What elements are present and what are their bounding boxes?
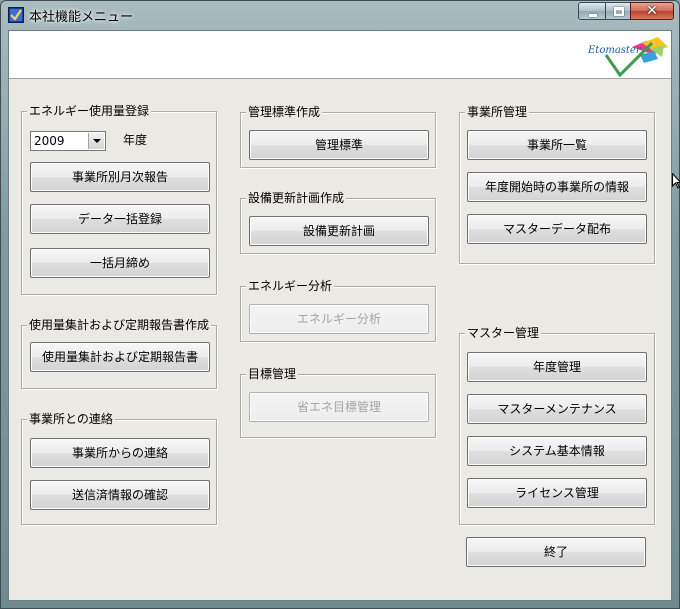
mouse-cursor-icon	[672, 173, 680, 189]
year-label: 年度	[123, 133, 148, 147]
group-equipment: 設備更新計画作成 設備更新計画	[240, 191, 436, 254]
group-title-goals: 目標管理	[246, 367, 299, 382]
group-title-energy-usage: エネルギー使用量登録	[27, 104, 152, 119]
system-info-button[interactable]: システム基本情報	[467, 436, 647, 466]
group-master-mgmt: マスター管理 年度管理 マスターメンテナンス システム基本情報 ライセンス管理	[459, 326, 655, 525]
year-management-button[interactable]: 年度管理	[467, 352, 647, 382]
master-maintenance-button[interactable]: マスターメンテナンス	[467, 394, 647, 424]
company-logo: Etomaster	[587, 37, 668, 78]
energy-goal-button[interactable]: 省エネ目標管理	[249, 392, 429, 422]
minimize-icon	[589, 14, 597, 17]
year-select[interactable]: 2009	[30, 131, 106, 151]
close-icon: ✕	[646, 3, 658, 19]
management-standard-button[interactable]: 管理標準	[249, 130, 429, 160]
bulk-month-close-button[interactable]: 一括月締め	[30, 248, 210, 278]
group-title-master-mgmt: マスター管理	[465, 326, 542, 341]
header-banner: Etomaster	[9, 31, 671, 79]
group-analysis: エネルギー分析 エネルギー分析	[240, 279, 436, 342]
group-standard: 管理標準作成 管理標準	[240, 105, 436, 168]
client-area: Etomaster エネルギー使用量登録 2009 年度 事業所別月次報告 デー…	[8, 30, 672, 601]
group-title-standard: 管理標準作成	[246, 105, 323, 120]
minimize-button[interactable]	[578, 2, 606, 20]
monthly-report-button[interactable]: 事業所別月次報告	[30, 162, 210, 192]
license-management-button[interactable]: ライセンス管理	[467, 478, 647, 508]
group-title-equipment: 設備更新計画作成	[246, 191, 347, 206]
maximize-button[interactable]	[605, 2, 631, 20]
group-usage-report: 使用量集計および定期報告書作成 使用量集計および定期報告書	[21, 318, 217, 389]
energy-analysis-button[interactable]: エネルギー分析	[249, 304, 429, 334]
group-energy-usage: エネルギー使用量登録 2009 年度 事業所別月次報告 データ一括登録 一括月締…	[21, 104, 217, 295]
group-office-contact: 事業所との連絡 事業所からの連絡 送信済情報の確認	[21, 412, 217, 525]
usage-report-button[interactable]: 使用量集計および定期報告書	[30, 342, 210, 372]
group-title-analysis: エネルギー分析	[246, 279, 335, 294]
office-list-button[interactable]: 事業所一覧	[467, 130, 647, 160]
group-title-usage-report: 使用量集計および定期報告書作成	[27, 318, 212, 333]
svg-text:Etomaster: Etomaster	[587, 45, 642, 56]
year-start-office-info-button[interactable]: 年度開始時の事業所の情報	[467, 172, 647, 202]
year-select-value: 2009	[34, 134, 65, 148]
master-data-distribution-button[interactable]: マスターデータ配布	[467, 214, 647, 244]
exit-button[interactable]: 終了	[466, 537, 646, 567]
title-bar[interactable]: 本社機能メニュー ✕	[1, 1, 679, 29]
bulk-register-button[interactable]: データ一括登録	[30, 204, 210, 234]
year-select-dropdown[interactable]	[88, 133, 104, 149]
app-icon[interactable]	[8, 7, 24, 23]
group-office-mgmt: 事業所管理 事業所一覧 年度開始時の事業所の情報 マスターデータ配布	[459, 105, 655, 264]
maximize-icon	[614, 7, 624, 16]
group-title-office-mgmt: 事業所管理	[465, 105, 530, 120]
group-goals: 目標管理 省エネ目標管理	[240, 367, 436, 438]
sent-info-check-button[interactable]: 送信済情報の確認	[30, 480, 210, 510]
equipment-plan-button[interactable]: 設備更新計画	[249, 216, 429, 246]
contact-from-office-button[interactable]: 事業所からの連絡	[30, 438, 210, 468]
group-title-office-contact: 事業所との連絡	[27, 412, 115, 427]
main-window: 本社機能メニュー ✕ Etomaster エネルギー使用量登録 2009 年度 …	[0, 0, 680, 609]
window-title: 本社機能メニュー	[29, 10, 134, 25]
chevron-down-icon	[93, 139, 101, 143]
close-button[interactable]: ✕	[630, 2, 674, 20]
